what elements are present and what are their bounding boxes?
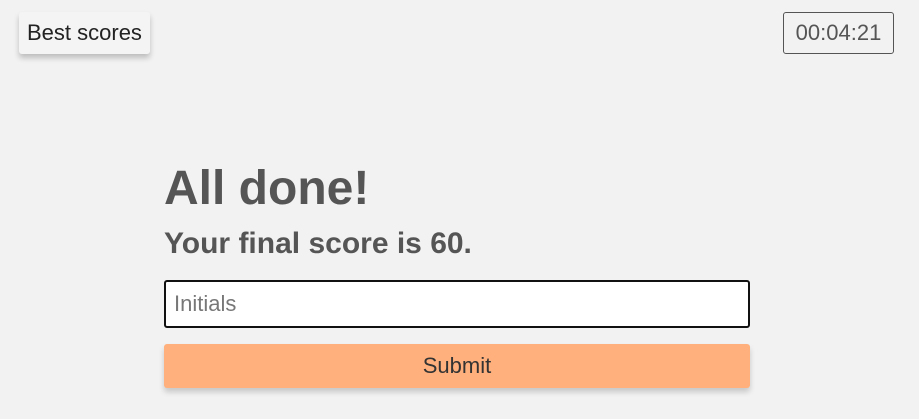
best-scores-button[interactable]: Best scores [19, 12, 150, 54]
submit-button[interactable]: Submit [164, 344, 750, 388]
final-score-text: Your final score is 60. [164, 227, 472, 260]
results-panel: All done! Your final score is 60. Submit [164, 160, 750, 388]
page-title: All done! [164, 162, 370, 215]
quiz-page: Best scores 00:04:21 All done! Your fina… [0, 0, 919, 419]
timer-display: 00:04:21 [783, 12, 894, 54]
initials-input[interactable] [164, 280, 750, 328]
